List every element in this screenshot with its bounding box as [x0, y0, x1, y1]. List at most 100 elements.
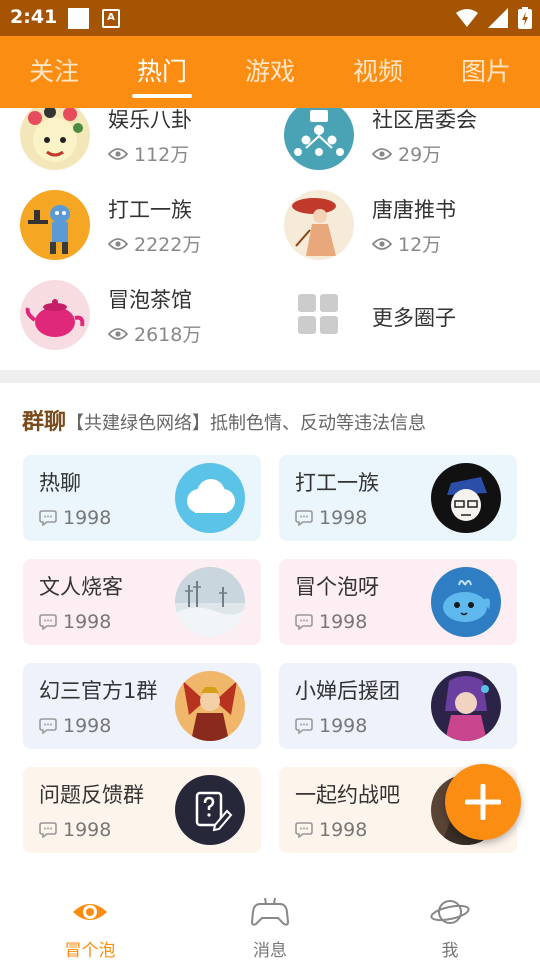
- circle-item[interactable]: 冒泡茶馆 2618万: [0, 280, 270, 370]
- status-time: 2:41: [10, 6, 58, 28]
- circle-avatar: [284, 190, 354, 260]
- group-card[interactable]: 文人烧客 1998: [23, 559, 261, 645]
- chat-bubble-icon: [39, 510, 57, 526]
- group-card[interactable]: 打工一族 1998: [279, 455, 517, 541]
- add-button[interactable]: [445, 764, 521, 840]
- feedback-icon: [175, 775, 245, 845]
- group-count-value: 1998: [63, 819, 112, 841]
- group-name: 打工一族: [295, 471, 379, 495]
- group-name: 一起约战吧: [295, 783, 400, 807]
- group-avatar: [175, 671, 245, 741]
- nav-bubble[interactable]: 冒个泡: [0, 880, 180, 960]
- circle-name: 唐唐推书: [372, 198, 456, 222]
- circle-name: 社区居委会: [372, 108, 477, 132]
- chat-bubble-icon: [295, 822, 313, 838]
- gamepad-icon: [250, 897, 290, 926]
- grid-icon: [298, 294, 338, 334]
- notification-a-icon: A: [102, 9, 120, 28]
- planet-icon: [430, 900, 470, 924]
- circle-name: 娱乐八卦: [108, 108, 192, 132]
- tab-hot[interactable]: 热门: [108, 36, 216, 108]
- group-chat-title: 群聊: [22, 410, 67, 435]
- group-member-count: 1998: [295, 819, 367, 841]
- circle-item[interactable]: 打工一族 2222万: [0, 190, 270, 280]
- notification-square-icon: [68, 8, 89, 29]
- group-name: 小婵后援团: [295, 679, 400, 703]
- group-count-value: 1998: [319, 819, 368, 841]
- group-card[interactable]: 小婵后援团 1998: [279, 663, 517, 749]
- circles-grid: 娱乐八卦 112万 社区居委会 29万 打工一族 2222万 唐唐推书 12万 …: [0, 108, 540, 370]
- circle-views: 112万: [108, 140, 189, 167]
- more-circles-label: 更多圈子: [372, 306, 456, 330]
- circle-views: 2618万: [108, 320, 201, 347]
- group-name: 问题反馈群: [39, 783, 144, 807]
- signal-icon: [488, 8, 508, 28]
- chat-bubble-icon: [295, 614, 313, 630]
- group-count-value: 1998: [319, 507, 368, 529]
- circle-item[interactable]: 社区居委会 29万: [264, 108, 534, 190]
- chat-bubble-icon: [295, 718, 313, 734]
- group-member-count: 1998: [295, 611, 367, 633]
- circle-views: 12万: [372, 230, 441, 257]
- nav-label: 我: [441, 941, 459, 960]
- circle-views-count: 112万: [134, 144, 190, 166]
- tab-follow[interactable]: 关注: [0, 36, 108, 108]
- circle-views-count: 12万: [398, 234, 442, 256]
- group-name: 文人烧客: [39, 575, 123, 599]
- group-member-count: 1998: [39, 611, 111, 633]
- group-avatar: [431, 567, 501, 637]
- group-count-value: 1998: [319, 715, 368, 737]
- group-card[interactable]: 热聊 1998: [23, 455, 261, 541]
- bottom-nav: 冒个泡 消息 我: [0, 880, 540, 960]
- plus-icon: [465, 784, 501, 820]
- circle-item[interactable]: 唐唐推书 12万: [264, 190, 534, 280]
- group-name: 冒个泡呀: [295, 575, 379, 599]
- top-tab-bar: 关注 热门 游戏 视频 图片: [0, 36, 540, 108]
- group-member-count: 1998: [295, 715, 367, 737]
- group-chat-header: 群聊【共建绿色网络】抵制色情、反动等违法信息: [22, 404, 522, 436]
- group-count-value: 1998: [63, 507, 112, 529]
- circle-item[interactable]: 娱乐八卦 112万: [0, 108, 270, 190]
- group-card[interactable]: 冒个泡呀 1998: [279, 559, 517, 645]
- group-member-count: 1998: [39, 715, 111, 737]
- circle-views-count: 2222万: [134, 234, 202, 256]
- group-name: 热聊: [39, 471, 81, 495]
- status-bar: 2:41 A: [0, 0, 540, 36]
- tab-pictures[interactable]: 图片: [432, 36, 540, 108]
- eye-icon: [108, 147, 128, 160]
- circle-views: 2222万: [108, 230, 201, 257]
- nav-label: 冒个泡: [64, 941, 116, 960]
- battery-icon: [518, 7, 532, 29]
- group-count-value: 1998: [319, 611, 368, 633]
- chat-bubble-icon: [39, 718, 57, 734]
- group-card[interactable]: 幻三官方1群 1998: [23, 663, 261, 749]
- group-name: 幻三官方1群: [39, 679, 158, 703]
- circle-avatar: [20, 190, 90, 260]
- tab-games[interactable]: 游戏: [216, 36, 324, 108]
- more-circles-button[interactable]: 更多圈子: [264, 280, 534, 370]
- eye-icon: [108, 237, 128, 250]
- group-avatar: [175, 567, 245, 637]
- group-count-value: 1998: [63, 611, 112, 633]
- wifi-icon: [456, 9, 478, 27]
- circle-name: 打工一族: [108, 198, 192, 222]
- circle-name: 冒泡茶馆: [108, 288, 192, 312]
- circle-avatar: [20, 280, 90, 350]
- group-member-count: 1998: [39, 507, 111, 529]
- group-chat-notice: 【共建绿色网络】抵制色情、反动等违法信息: [66, 413, 427, 434]
- eye-icon: [108, 327, 128, 340]
- circle-avatar: [20, 108, 90, 170]
- group-member-count: 1998: [295, 507, 367, 529]
- group-avatar: [431, 463, 501, 533]
- group-count-value: 1998: [63, 715, 112, 737]
- circle-views-count: 29万: [398, 144, 442, 166]
- group-card[interactable]: 问题反馈群 1998: [23, 767, 261, 853]
- chat-bubble-icon: [39, 614, 57, 630]
- nav-messages[interactable]: 消息: [180, 880, 360, 960]
- tab-videos[interactable]: 视频: [324, 36, 432, 108]
- group-avatar: [175, 463, 245, 533]
- chat-bubble-icon: [39, 822, 57, 838]
- circle-views-count: 2618万: [134, 324, 202, 346]
- eye-icon: [372, 237, 392, 250]
- nav-me[interactable]: 我: [360, 880, 540, 960]
